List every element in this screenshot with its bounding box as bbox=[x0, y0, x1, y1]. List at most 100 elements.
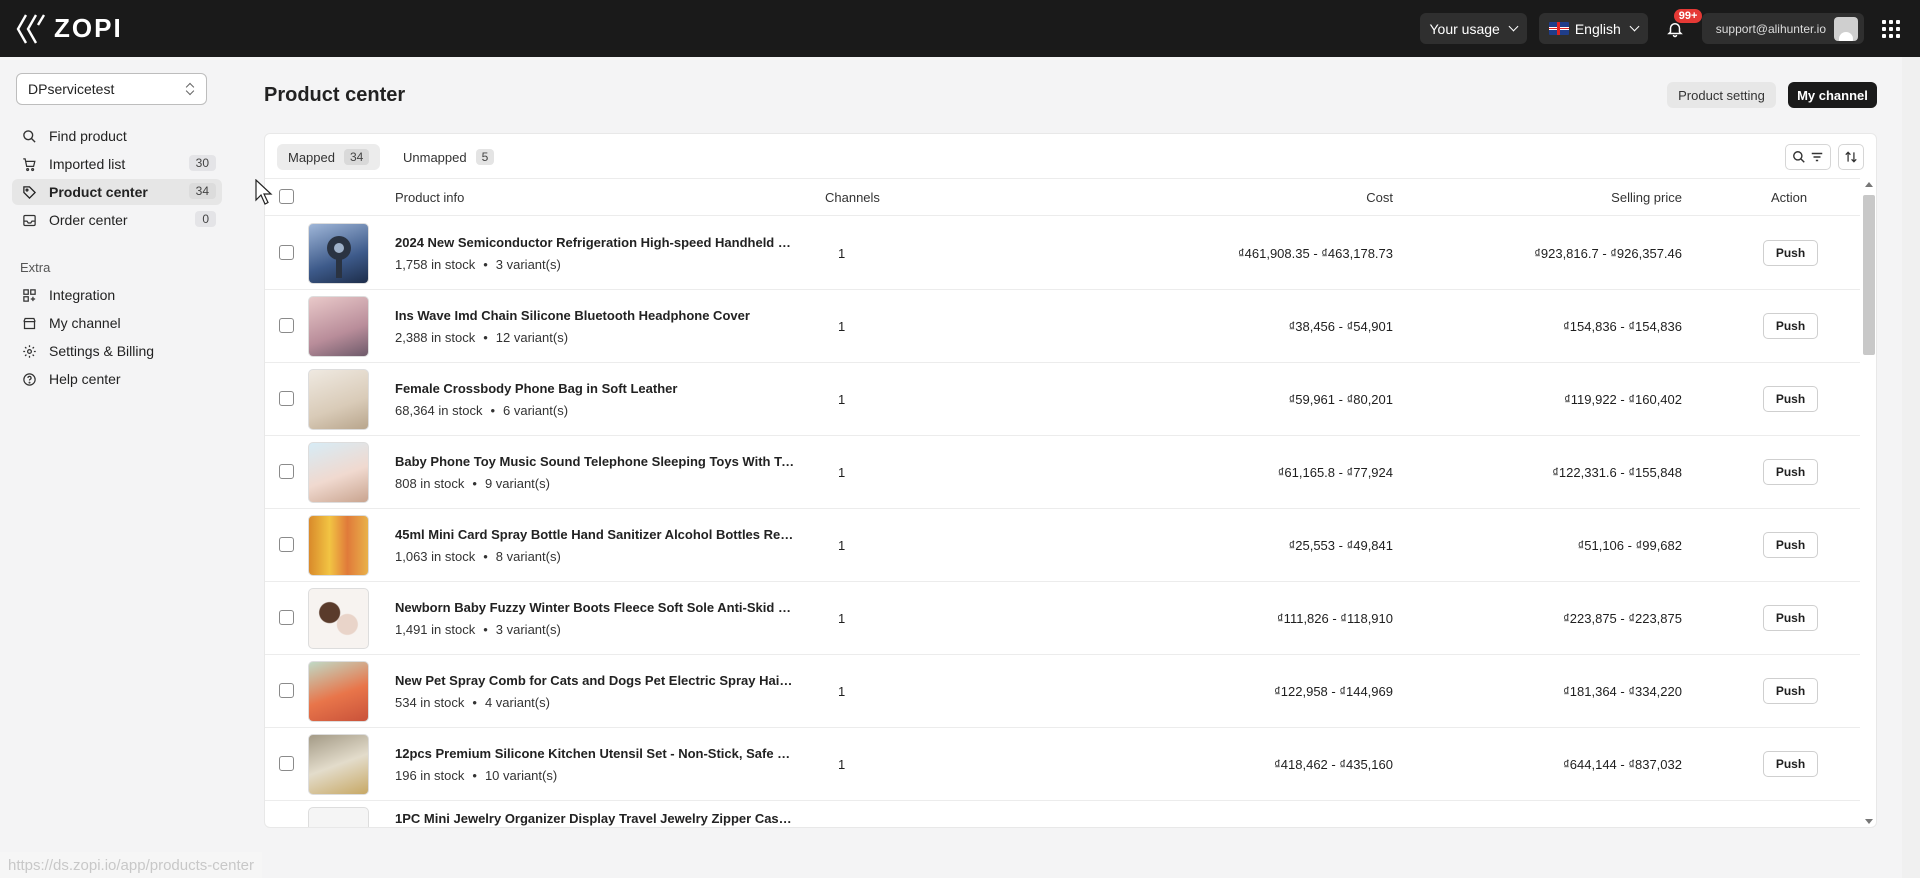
product-title[interactable]: Newborn Baby Fuzzy Winter Boots Fleece S… bbox=[395, 600, 795, 615]
usage-label: Your usage bbox=[1429, 20, 1500, 37]
logo-text: ZOPI bbox=[54, 13, 123, 43]
tab-label: Unmapped bbox=[403, 149, 467, 165]
page-scrollbar[interactable] bbox=[1902, 57, 1920, 878]
language-label: English bbox=[1574, 20, 1621, 37]
sidebar-item-my-channel[interactable]: My channel bbox=[12, 310, 222, 336]
cost-range: ₫461,908.35 - ₫463,178.73 bbox=[1237, 246, 1393, 261]
tab-unmapped[interactable]: Unmapped 5 bbox=[392, 144, 505, 170]
push-button[interactable]: Push bbox=[1763, 605, 1818, 631]
product-thumbnail[interactable] bbox=[308, 515, 369, 576]
product-thumbnail[interactable] bbox=[308, 588, 369, 649]
sort-button[interactable] bbox=[1838, 144, 1864, 170]
push-button[interactable]: Push bbox=[1763, 751, 1818, 777]
product-title[interactable]: Baby Phone Toy Music Sound Telephone Sle… bbox=[395, 454, 795, 469]
search-icon bbox=[23, 129, 36, 143]
sidebar-item-settings-billing[interactable]: Settings & Billing bbox=[12, 338, 222, 364]
sidebar-item-integration[interactable]: Integration bbox=[12, 282, 222, 308]
push-button[interactable]: Push bbox=[1763, 532, 1818, 558]
my-channel-button[interactable]: My channel bbox=[1788, 82, 1877, 108]
product-meta: 2,388 in stock • 12 variant(s) bbox=[395, 330, 569, 345]
product-setting-button[interactable]: Product setting bbox=[1667, 82, 1776, 108]
notification-badge: 99+ bbox=[1673, 9, 1703, 23]
row-checkbox[interactable] bbox=[279, 537, 294, 552]
product-thumbnail[interactable] bbox=[308, 661, 369, 722]
channels-count: 1 bbox=[838, 757, 846, 772]
product-thumbnail[interactable] bbox=[308, 296, 369, 357]
sidebar-item-product-center[interactable]: Product center 34 bbox=[12, 179, 222, 205]
cost-range: ₫61,165.8 - ₫77,924 bbox=[1277, 465, 1393, 480]
sidebar-item-help-center[interactable]: Help center bbox=[12, 366, 222, 392]
usage-dropdown[interactable]: Your usage bbox=[1419, 13, 1527, 44]
row-checkbox[interactable] bbox=[279, 683, 294, 698]
tag-icon bbox=[23, 185, 37, 199]
row-checkbox[interactable] bbox=[279, 245, 294, 260]
product-thumbnail[interactable] bbox=[308, 442, 369, 503]
apps-grid-icon[interactable] bbox=[1882, 19, 1900, 38]
tab-count: 34 bbox=[343, 149, 370, 165]
selling-price-range: ₫223,875 - ₫223,875 bbox=[1563, 611, 1682, 626]
scroll-up-icon bbox=[1865, 182, 1873, 187]
scrollbar-thumb[interactable] bbox=[1863, 195, 1875, 355]
sidebar-item-imported-list[interactable]: Imported list 30 bbox=[12, 151, 222, 177]
product-meta: 808 in stock • 9 variant(s) bbox=[395, 476, 550, 491]
table-scrollbar[interactable] bbox=[1862, 178, 1876, 827]
sidebar-item-label: Order center bbox=[49, 212, 128, 228]
row-checkbox[interactable] bbox=[279, 391, 294, 406]
select-all-checkbox[interactable] bbox=[279, 189, 294, 204]
cost-range: ₫418,462 - ₫435,160 bbox=[1274, 757, 1393, 772]
inbox-icon bbox=[23, 214, 36, 226]
search-icon bbox=[1793, 151, 1805, 163]
stock-text: 808 in stock bbox=[395, 476, 465, 491]
product-thumbnail[interactable] bbox=[308, 734, 369, 795]
product-title[interactable]: New Pet Spray Comb for Cats and Dogs Pet… bbox=[395, 673, 795, 688]
product-thumbnail[interactable] bbox=[308, 807, 369, 827]
row-checkbox[interactable] bbox=[279, 756, 294, 771]
product-title[interactable]: Ins Wave Imd Chain Silicone Bluetooth He… bbox=[395, 308, 795, 323]
product-title[interactable]: 12pcs Premium Silicone Kitchen Utensil S… bbox=[395, 746, 795, 761]
push-button[interactable]: Push bbox=[1763, 240, 1818, 266]
product-title[interactable]: 45ml Mini Card Spray Bottle Hand Sanitiz… bbox=[395, 527, 795, 542]
sidebar-section-extra: Extra bbox=[20, 260, 51, 275]
sidebar-item-find-product[interactable]: Find product bbox=[12, 123, 222, 149]
product-meta: 1,758 in stock • 3 variant(s) bbox=[395, 257, 561, 272]
row-checkbox[interactable] bbox=[279, 610, 294, 625]
selling-price-range: ₫923,816.7 - ₫926,357.46 bbox=[1534, 246, 1682, 261]
variant-text: 4 variant(s) bbox=[484, 695, 550, 710]
store-select[interactable]: DPservicetest bbox=[16, 73, 207, 105]
stock-text: 534 in stock bbox=[395, 695, 465, 710]
product-thumbnail[interactable] bbox=[308, 223, 369, 284]
table-row: Baby Phone Toy Music Sound Telephone Sle… bbox=[265, 436, 1860, 509]
selling-price-range: ₫122,331.6 - ₫155,848 bbox=[1552, 465, 1682, 480]
count-badge: 34 bbox=[188, 183, 216, 199]
push-button[interactable]: Push bbox=[1763, 459, 1818, 485]
push-button[interactable]: Push bbox=[1763, 313, 1818, 339]
product-title[interactable]: 1PC Mini Jewelry Organizer Display Trave… bbox=[395, 811, 795, 826]
push-button[interactable]: Push bbox=[1763, 678, 1818, 704]
product-thumbnail[interactable] bbox=[308, 369, 369, 430]
notification-button[interactable]: 99+ bbox=[1660, 9, 1703, 44]
tab-mapped[interactable]: Mapped 34 bbox=[277, 144, 381, 170]
push-button[interactable]: Push bbox=[1763, 386, 1818, 412]
status-bar-url: https://ds.zopi.io/app/products-center bbox=[0, 852, 262, 878]
product-meta: 534 in stock • 4 variant(s) bbox=[395, 695, 550, 710]
account-email: support@alihunter.io bbox=[1715, 21, 1826, 36]
product-meta: 196 in stock • 10 variant(s) bbox=[395, 768, 558, 783]
search-filter-button[interactable] bbox=[1785, 144, 1831, 170]
stock-text: 68,364 in stock bbox=[395, 403, 483, 418]
product-title[interactable]: 2024 New Semiconductor Refrigeration Hig… bbox=[395, 235, 795, 250]
variant-text: 6 variant(s) bbox=[503, 403, 569, 418]
language-dropdown[interactable]: English bbox=[1538, 13, 1648, 44]
selling-price-range: ₫51,106 - ₫99,682 bbox=[1577, 538, 1682, 553]
account-menu[interactable]: support@alihunter.io bbox=[1701, 13, 1864, 44]
logo[interactable]: ZOPI bbox=[16, 13, 123, 45]
channels-count: 1 bbox=[838, 611, 846, 626]
product-title[interactable]: Female Crossbody Phone Bag in Soft Leath… bbox=[395, 381, 795, 396]
store-icon bbox=[23, 317, 36, 329]
table-row: 45ml Mini Card Spray Bottle Hand Sanitiz… bbox=[265, 509, 1860, 582]
sidebar: DPservicetest Find product Imported list… bbox=[0, 57, 238, 878]
store-name: DPservicetest bbox=[28, 81, 115, 97]
mouse-cursor-icon bbox=[255, 179, 273, 205]
row-checkbox[interactable] bbox=[279, 318, 294, 333]
sidebar-item-order-center[interactable]: Order center 0 bbox=[12, 207, 222, 233]
row-checkbox[interactable] bbox=[279, 464, 294, 479]
